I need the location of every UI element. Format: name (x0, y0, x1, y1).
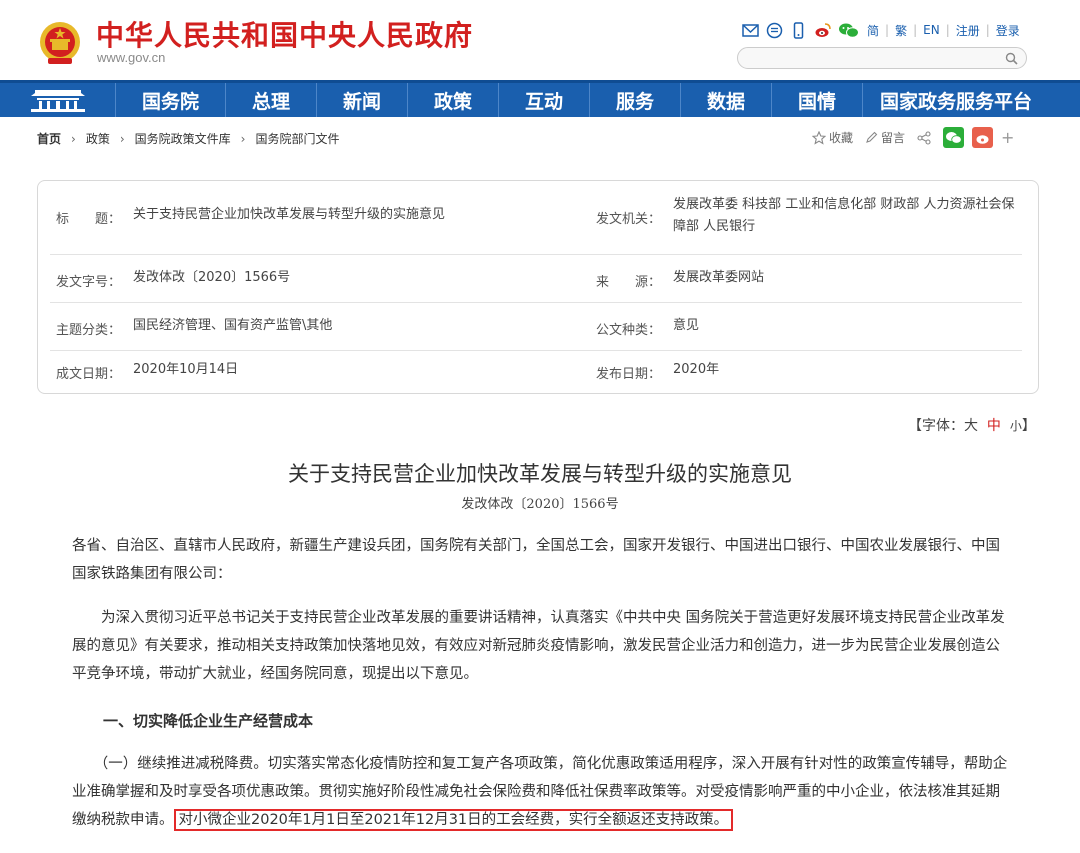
breadcrumb-home[interactable]: 首页 (37, 130, 61, 147)
source-value: 发展改革委网站 (673, 270, 765, 285)
section-heading: 一、切实降低企业生产经营成本 (103, 712, 314, 730)
docno-label: 发文字号： (56, 275, 122, 290)
pen-icon[interactable] (865, 131, 878, 144)
weibo-icon (976, 134, 989, 144)
header-toolbar: 简 | 繁 | EN | 注册 | 登录 (742, 20, 1020, 40)
article-title: 关于支持民营企业加快改革发展与转型升级的实施意见 (288, 462, 792, 486)
nav-item-data[interactable]: 数据 (681, 83, 772, 117)
breadcrumb-policy-library[interactable]: 国务院政策文件库 (135, 130, 231, 147)
nav-item-premier[interactable]: 总理 (226, 83, 317, 117)
font-size-suffix: 】 (1021, 418, 1036, 434)
breadcrumb: 首页 › 政策 › 国务院政策文件库 › 国务院部门文件 (37, 130, 340, 147)
lang-english-link[interactable]: EN (923, 23, 940, 37)
toolbar-divider: | (913, 23, 918, 37)
national-emblem-icon[interactable] (38, 20, 82, 66)
toolbar-divider: | (945, 23, 950, 37)
nav-item-gov-service-platform[interactable]: 国家政务服务平台 (863, 83, 1049, 117)
share-wechat-button[interactable] (943, 127, 965, 148)
toolbar-divider: | (885, 23, 890, 37)
comment-link[interactable]: 留言 (881, 129, 905, 146)
article-doc-number: 发改体改〔2020〕1566号 (461, 497, 619, 512)
breadcrumb-chevron-icon: › (119, 131, 125, 146)
breadcrumb-chevron-icon: › (240, 131, 246, 146)
source-label: 来 源： (596, 275, 662, 290)
article-paragraph: 为深入贯彻习近平总书记关于支持民营企业改革发展的重要讲话精神，认真落实《中共中央… (72, 610, 1005, 682)
nav-item-services[interactable]: 服务 (590, 83, 681, 117)
document-info-table: 标 题： 关于支持民营企业加快改革发展与转型升级的实施意见 发文机关： 发展改革… (37, 180, 1039, 394)
site-url[interactable]: www.gov.cn (97, 50, 165, 65)
docno-value: 发改体改〔2020〕1566号 (133, 270, 291, 285)
info-row: 发文字号： 发改体改〔2020〕1566号 来 源： 发展改革委网站 (50, 255, 1022, 303)
nav-item-news[interactable]: 新闻 (317, 83, 408, 117)
newsletter-icon[interactable] (766, 22, 783, 39)
search-input[interactable] (737, 47, 1027, 69)
register-link[interactable]: 注册 (956, 22, 980, 39)
font-size-prefix: 【字体： (908, 418, 964, 434)
share-bar: 收藏 留言 + (812, 127, 1014, 148)
main-nav: 国务院 总理 新闻 政策 互动 服务 数据 国情 国家政务服务平台 (0, 80, 1080, 117)
issuer-label: 发文机关： (596, 212, 662, 227)
info-row: 成文日期： 2020年10月14日 发布日期： 2020年 (50, 351, 1022, 393)
written-date-value: 2020年10月14日 (133, 362, 239, 377)
share-icon[interactable] (917, 130, 931, 145)
published-date-label: 发布日期： (596, 367, 662, 382)
nav-item-state-council[interactable]: 国务院 (116, 83, 226, 117)
written-date-label: 成文日期： (56, 367, 122, 382)
site-header: 中华人民共和国中央人民政府 www.gov.cn 简 | 繁 | EN | 注册… (0, 0, 1080, 80)
more-share-button[interactable]: + (1001, 128, 1014, 147)
nav-item-interaction[interactable]: 互动 (499, 83, 590, 117)
topic-label: 主题分类： (56, 323, 122, 338)
breadcrumb-chevron-icon: › (71, 131, 76, 146)
doctype-value: 意见 (673, 318, 700, 333)
topic-value: 国民经济管理、国有资产监管\其他 (133, 318, 333, 333)
login-link[interactable]: 登录 (996, 22, 1020, 39)
breadcrumb-policy[interactable]: 政策 (86, 130, 110, 147)
lang-traditional-link[interactable]: 繁 (895, 22, 907, 39)
font-size-medium-button[interactable]: 中 (987, 418, 1001, 434)
mail-icon[interactable] (742, 22, 759, 39)
title-value: 关于支持民营企业加快改革发展与转型升级的实施意见 (133, 207, 446, 222)
article-paragraph: （一）继续推进减税降费。切实落实常态化疫情防控和复工复产各项政策，简化优惠政策适… (72, 750, 1014, 834)
weibo-icon[interactable] (814, 22, 831, 39)
home-gate-icon (30, 90, 85, 112)
toolbar-divider: | (985, 23, 990, 37)
font-size-large-button[interactable]: 大 (964, 418, 978, 434)
favorite-link[interactable]: 收藏 (829, 129, 853, 146)
issuer-value: 发展改革委 科技部 工业和信息化部 财政部 人力资源社会保障部 人民银行 (673, 197, 1015, 234)
lang-simplified-link[interactable]: 简 (867, 22, 879, 39)
wechat-icon (946, 131, 962, 144)
published-date-value: 2020年 (673, 362, 720, 377)
title-label: 标 题： (56, 212, 122, 227)
article-paragraph: 各省、自治区、直辖市人民政府，新疆生产建设兵团，国务院有关部门，全国总工会，国家… (72, 538, 1000, 582)
breadcrumb-dept-documents[interactable]: 国务院部门文件 (255, 130, 339, 147)
info-row: 主题分类： 国民经济管理、国有资产监管\其他 公文种类： 意见 (50, 303, 1022, 351)
wechat-icon[interactable] (838, 22, 860, 39)
nav-home[interactable] (0, 83, 116, 117)
nav-item-national-info[interactable]: 国情 (772, 83, 863, 117)
font-size-control: 【字体：大 中 小】 (908, 415, 1036, 435)
share-weibo-button[interactable] (972, 127, 994, 148)
font-size-small-button[interactable]: 小 (1010, 419, 1022, 433)
doctype-label: 公文种类： (596, 323, 662, 338)
nav-item-policy[interactable]: 政策 (408, 83, 499, 117)
mobile-icon[interactable] (790, 21, 807, 39)
search-icon[interactable] (1005, 52, 1018, 65)
highlighted-sentence: 对小微企业2020年1月1日至2021年12月31日的工会经费，实行全额返还支持… (173, 809, 734, 831)
star-icon[interactable] (812, 130, 826, 145)
info-row: 标 题： 关于支持民营企业加快改革发展与转型升级的实施意见 发文机关： 发展改革… (50, 181, 1022, 255)
site-title[interactable]: 中华人民共和国中央人民政府 (96, 14, 473, 54)
